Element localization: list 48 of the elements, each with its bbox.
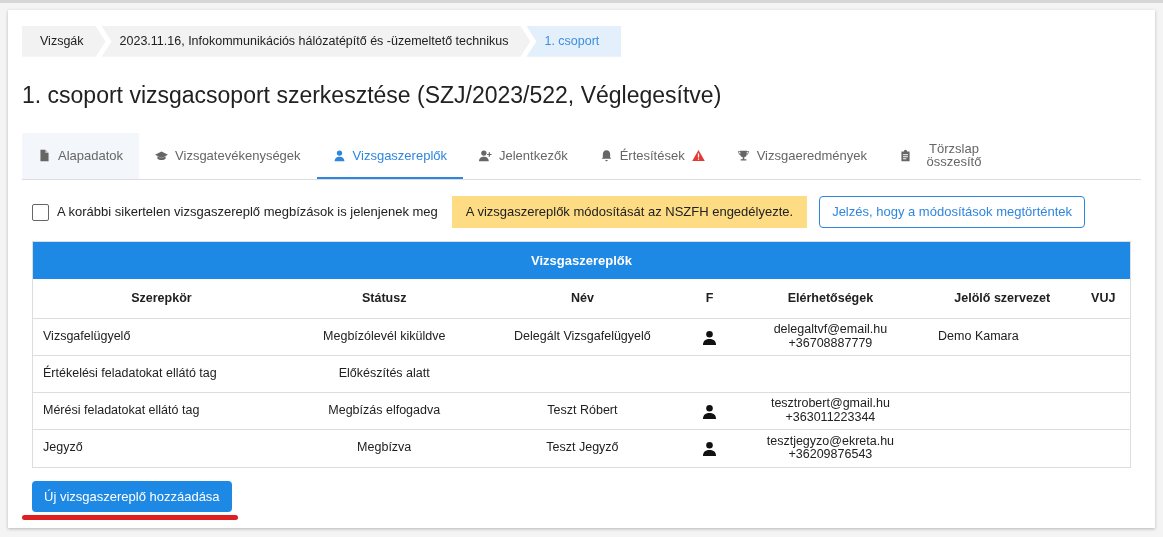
table-cell: Jegyző xyxy=(43,440,83,455)
table-cell: Demo Kamara xyxy=(938,329,1019,344)
table-cell: Teszt Jegyző xyxy=(546,440,619,455)
phone-text: +36209876543 xyxy=(788,448,873,463)
cap-icon xyxy=(155,148,169,162)
clipboard-icon xyxy=(899,148,912,162)
table-cell: Megbízólevél kiküldve xyxy=(323,329,446,344)
column-header: Státusz xyxy=(289,279,479,319)
page-title: 1. csoport vizsgacsoport szerkesztése (SZJ/2023/522, Véglegesítve) xyxy=(22,81,723,110)
phone-text: +36708887779 xyxy=(787,337,874,351)
tab[interactable]: Vizsgaeredmények xyxy=(720,133,883,180)
breadcrumb-item[interactable]: 2023.11.16, Infokommunikációs hálózatépítő és -üzemeltető technikus xyxy=(101,26,531,57)
column-header: F xyxy=(686,279,733,319)
tab[interactable]: Vizsgaszereplők xyxy=(316,133,463,180)
email-text: tesztrobert@gmail.hu xyxy=(769,397,891,412)
column-header: VUJ xyxy=(1076,279,1130,319)
email-text: tesztjegyzo@ekreta.hu xyxy=(765,434,896,449)
notice-banner: A vizsgaszereplők módosítását az NSZFH engedélyezte. xyxy=(451,196,808,228)
table-cell: Előkészítés alatt xyxy=(338,366,430,381)
tab[interactable]: Értesítések xyxy=(583,133,721,180)
phone-text: +363011223344 xyxy=(784,411,877,425)
table-caption: Vizsgaszereplők xyxy=(33,241,1130,280)
checkbox-label[interactable]: A korábbi sikertelen vizsgaszereplő megbízások is jelenjenek meg xyxy=(57,202,438,222)
tab[interactable]: Jelentkezők xyxy=(463,133,584,180)
breadcrumb-item[interactable]: Vizsgák xyxy=(22,26,106,57)
notify-button[interactable]: Jelzés, hogy a módosítások megtörténtek xyxy=(819,196,1086,228)
column-header: Elérhetőségek xyxy=(732,279,929,319)
table-cell: Vizsgafelügyelő xyxy=(43,329,131,344)
trophy-icon xyxy=(736,148,750,162)
checkbox[interactable] xyxy=(32,203,49,221)
add-button[interactable]: Új vizsgaszereplő hozzáadása xyxy=(32,480,232,513)
column-header: Szerepkör xyxy=(33,279,290,319)
bell-icon xyxy=(599,148,613,162)
email-text: delegaltvf@email.hu xyxy=(772,323,889,338)
table-cell: Megbízva xyxy=(357,440,412,455)
person-add-icon xyxy=(479,148,492,162)
column-header: Név xyxy=(478,279,687,319)
table-cell: Értékelési feladatokat ellátó tag xyxy=(43,366,217,381)
table-cell: Megbízás elfogadva xyxy=(328,403,441,418)
person-icon xyxy=(332,148,346,162)
tab[interactable]: Alapadatok xyxy=(22,133,140,180)
table-cell: Delegált Vizsgafelügyelő xyxy=(514,329,651,344)
tab[interactable]: Törzslap összesítő xyxy=(883,133,1005,180)
column-header: Jelölő szervezet xyxy=(928,279,1077,319)
table-cell: Mérési feladatokat ellátó tag xyxy=(43,403,200,418)
document-icon xyxy=(38,148,51,162)
tab[interactable]: Vizsgatevékenységek xyxy=(139,133,317,180)
table-cell: Teszt Róbert xyxy=(547,403,618,418)
